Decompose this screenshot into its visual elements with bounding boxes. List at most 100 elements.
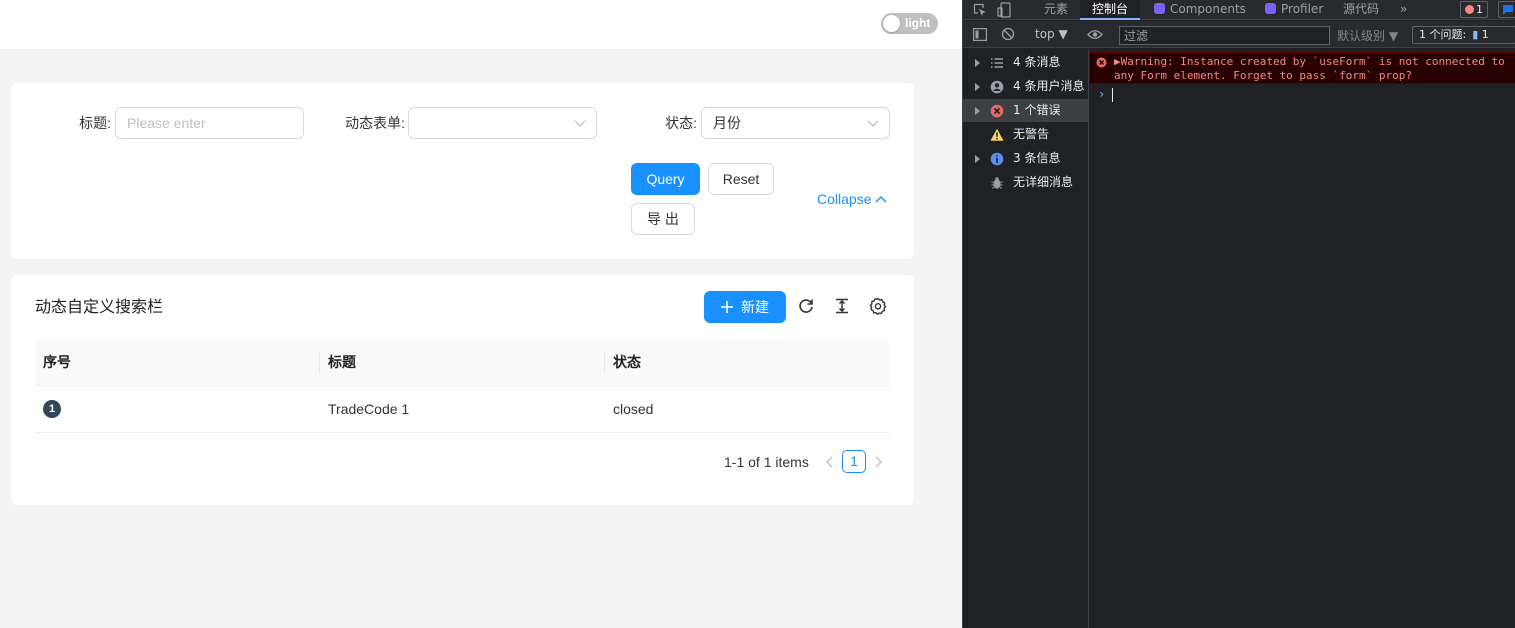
error-dot-icon [1465, 5, 1474, 14]
table-header: 序号 标题 状态 [35, 339, 890, 386]
title-field-label: 标题: [79, 115, 111, 131]
clear-console-icon[interactable] [1001, 27, 1015, 41]
sidebar-item-label: 4 条用户消息 [1013, 79, 1085, 93]
sidebar-item-label: 无警告 [1013, 127, 1050, 141]
settings-icon[interactable] [869, 297, 887, 315]
devtools-panel: 元素 控制台 Components Profiler 源代码 » 1 top ▼… [962, 0, 1515, 628]
bug-icon [991, 177, 1003, 189]
context-selector[interactable]: top ▼ [1035, 27, 1068, 41]
status-select-value: 月份 [713, 115, 741, 131]
sidebar-item-verbose[interactable]: 无详细消息 [963, 171, 1089, 194]
plus-icon [721, 301, 733, 313]
sidebar-item-label: 3 条信息 [1013, 151, 1061, 165]
table-title: 动态自定义搜索栏 [35, 299, 164, 316]
dynamic-form-select[interactable] [408, 107, 597, 139]
issues-message-icon: ▮ [1472, 28, 1479, 41]
inspect-element-icon[interactable] [973, 3, 987, 17]
chevron-up-icon [875, 196, 887, 203]
app-viewport: light 标题: 动态表单: 状态: 月份 Query Reset 导 出 C… [0, 0, 962, 628]
issues-button[interactable]: 1 个问题: ▮ 1 [1412, 26, 1515, 44]
tab-elements[interactable]: 元素 [1044, 0, 1068, 20]
tab-console[interactable]: 控制台 [1080, 0, 1141, 20]
console-prompt-icon: › [1098, 87, 1106, 101]
table-row[interactable]: 1 TradeCode 1 closed [35, 386, 890, 433]
expand-arrow-icon [975, 107, 980, 115]
export-button[interactable]: 导 出 [631, 203, 695, 235]
tab-components[interactable]: Components [1154, 0, 1246, 20]
row-status-cell: closed [613, 401, 654, 417]
message-count-badge[interactable] [1498, 1, 1515, 18]
pagination-next-icon[interactable] [872, 455, 884, 469]
sidebar-item-info[interactable]: 3 条信息 [963, 147, 1089, 170]
sidebar-item-user-messages[interactable]: 4 条用户消息 [963, 75, 1089, 98]
new-button[interactable]: 新建 [704, 291, 786, 323]
sidebar-item-errors[interactable]: 1 个错误 [963, 99, 1089, 122]
reload-icon[interactable] [797, 297, 815, 315]
console-filter-input[interactable] [1119, 26, 1330, 45]
title-input[interactable] [115, 107, 304, 139]
collapse-toggle[interactable]: Collapse [817, 190, 887, 208]
theme-toggle-label: light [905, 16, 931, 30]
console-toolbar: top ▼ 默认级别 ▼ 1 个问题: ▮ 1 [963, 21, 1515, 48]
collapse-label: Collapse [817, 191, 872, 207]
search-form-card: 标题: 动态表单: 状态: 月份 Query Reset 导 出 Collaps… [11, 83, 914, 259]
sidebar-item-label: 无详细消息 [1013, 175, 1074, 189]
react-icon [1265, 3, 1276, 14]
console-output: ▶Warning: Instance created by `useForm` … [1090, 49, 1515, 628]
console-error-text: ▶Warning: Instance created by `useForm` … [1114, 55, 1505, 82]
pagination-page-1[interactable]: 1 [842, 450, 866, 473]
error-icon [990, 104, 1004, 118]
error-count-badge[interactable]: 1 [1460, 1, 1488, 18]
devtools-tabbar: 元素 控制台 Components Profiler 源代码 » 1 [963, 0, 1515, 20]
theme-toggle[interactable]: light [881, 13, 938, 34]
tab-components-label: Components [1170, 2, 1246, 16]
table-card: 动态自定义搜索栏 新建 序号 标题 状态 1 TradeCode 1 close… [11, 275, 914, 505]
info-icon [990, 152, 1004, 166]
react-icon [1154, 3, 1165, 14]
eye-icon[interactable] [1087, 29, 1103, 40]
list-icon [991, 58, 1003, 68]
sidebar-item-warnings[interactable]: 无警告 [963, 123, 1089, 146]
sidebar-item-label: 4 条消息 [1013, 55, 1061, 69]
tab-profiler[interactable]: Profiler [1265, 0, 1323, 20]
device-toolbar-icon[interactable] [997, 2, 1011, 18]
chevron-down-icon [867, 120, 879, 127]
error-count: 1 [1476, 3, 1483, 16]
query-button[interactable]: Query [631, 163, 700, 195]
console-input-caret[interactable] [1112, 88, 1113, 102]
expand-arrow-icon [975, 83, 980, 91]
sidebar-item-messages[interactable]: 4 条消息 [963, 51, 1089, 74]
error-icon [1096, 57, 1107, 68]
console-sidebar: 4 条消息 4 条用户消息 1 个错误 无警告 3 条信息 无详细消息 [963, 49, 1089, 628]
new-button-label: 新建 [741, 299, 769, 315]
row-title-cell: TradeCode 1 [328, 401, 410, 417]
warning-icon [990, 128, 1004, 141]
user-icon [990, 80, 1004, 94]
pagination-prev-icon[interactable] [824, 455, 836, 469]
expand-arrow-icon [975, 59, 980, 67]
status-field-label: 状态: [665, 115, 697, 131]
sidebar-item-label: 1 个错误 [1013, 103, 1061, 117]
column-header-index: 序号 [43, 354, 71, 370]
column-divider [604, 352, 605, 373]
toggle-knob [883, 15, 900, 32]
console-error-message[interactable]: ▶Warning: Instance created by `useForm` … [1090, 52, 1515, 84]
sidebar-toggle-icon[interactable] [973, 28, 987, 41]
app-header: light [0, 0, 962, 50]
issues-label: 1 个问题: [1419, 28, 1467, 41]
pagination-total: 1-1 of 1 items [724, 454, 809, 470]
status-select[interactable]: 月份 [701, 107, 890, 139]
column-header-title: 标题 [328, 354, 356, 370]
column-divider [319, 352, 320, 373]
dynamic-form-label: 动态表单: [345, 115, 405, 131]
column-height-icon[interactable] [833, 297, 851, 315]
reset-button[interactable]: Reset [708, 163, 774, 195]
row-index-badge: 1 [43, 400, 61, 418]
tab-sources[interactable]: 源代码 [1343, 0, 1379, 20]
more-tabs-icon[interactable]: » [1400, 0, 1407, 20]
expand-arrow-icon [975, 155, 980, 163]
tab-profiler-label: Profiler [1281, 2, 1324, 16]
column-header-status: 状态 [613, 354, 641, 370]
log-level-selector[interactable]: 默认级别 ▼ [1337, 27, 1398, 44]
chevron-down-icon [574, 120, 586, 127]
